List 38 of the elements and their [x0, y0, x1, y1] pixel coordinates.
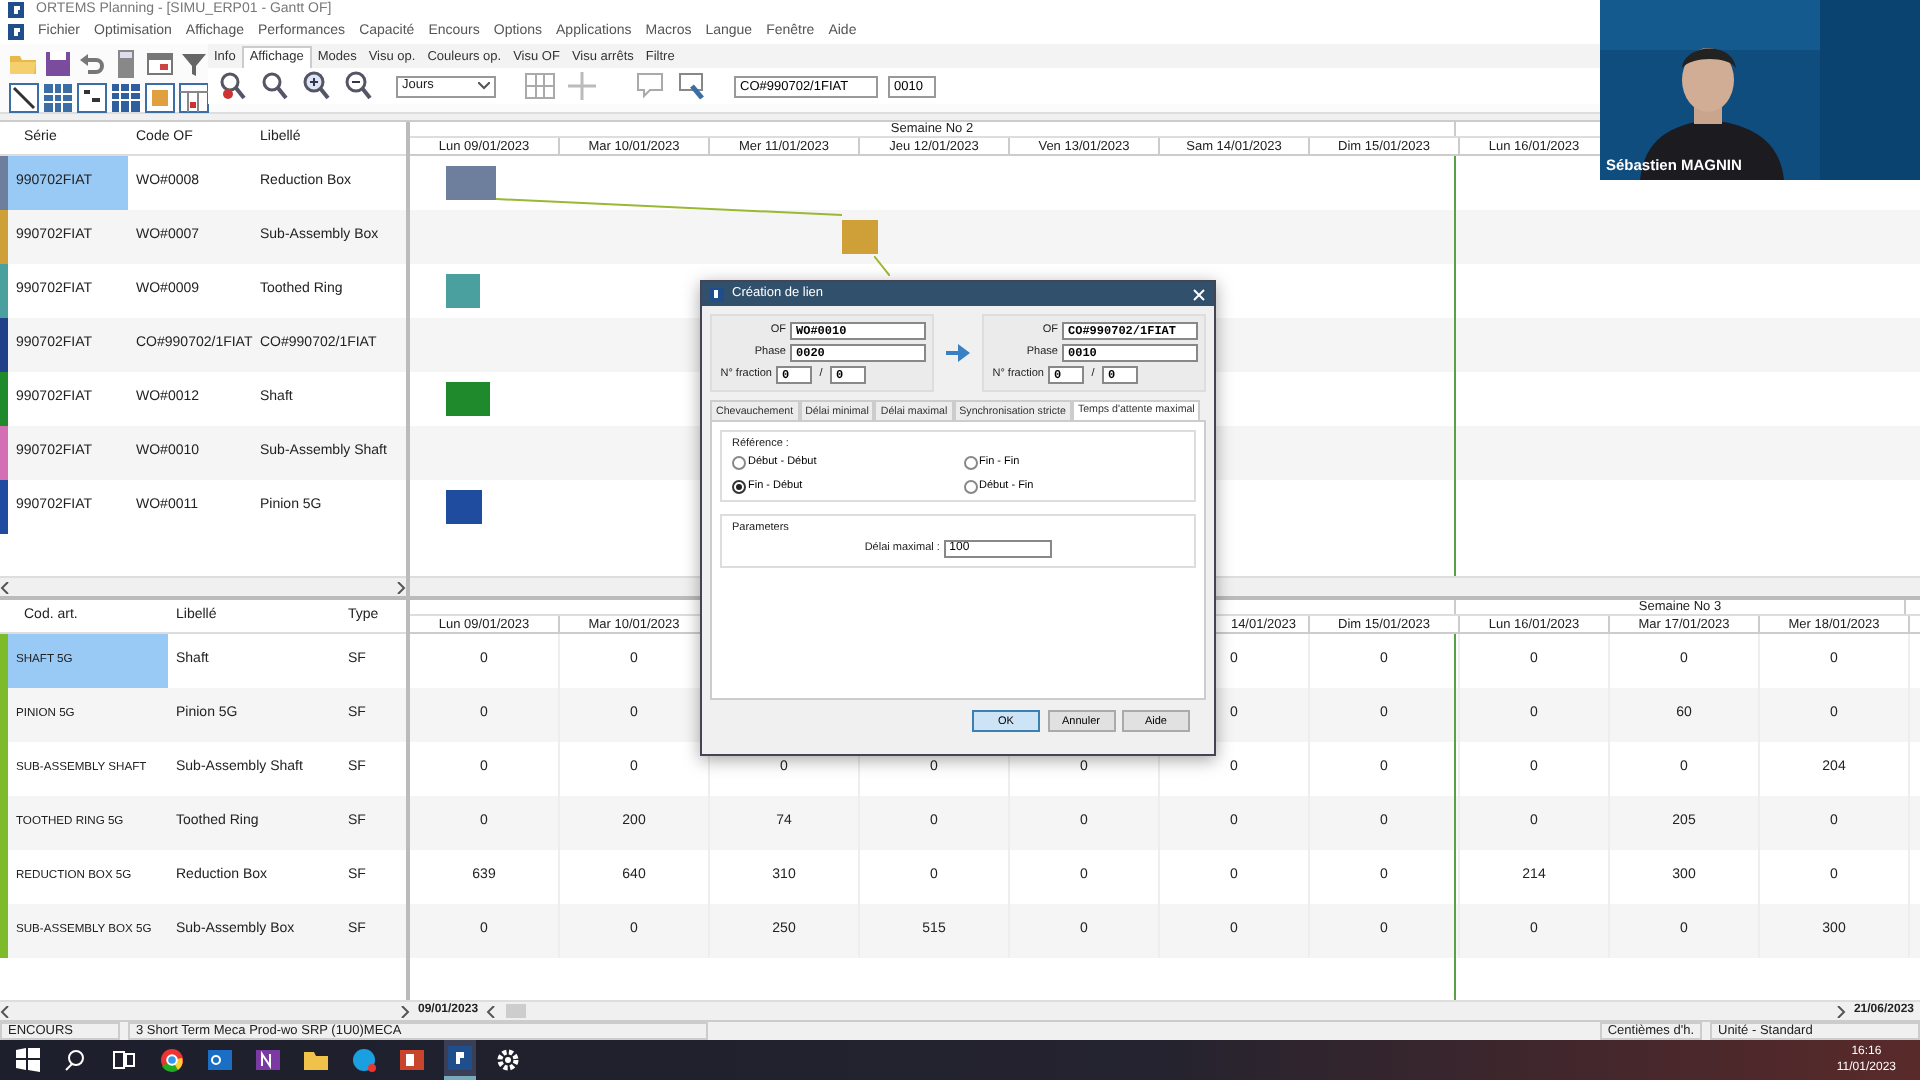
- task-view-icon[interactable]: [112, 1048, 136, 1072]
- filter-icon[interactable]: [178, 48, 210, 80]
- box-icon[interactable]: [144, 82, 176, 114]
- app-icon[interactable]: [8, 24, 24, 40]
- zoom-fit-icon[interactable]: [216, 70, 248, 102]
- app-icon[interactable]: [448, 1046, 472, 1070]
- scroll-left-icon[interactable]: [0, 581, 12, 593]
- calendar-icon[interactable]: [178, 82, 210, 114]
- windows-icon[interactable]: [16, 1048, 40, 1072]
- scrollbar-thumb[interactable]: [506, 1004, 527, 1018]
- scroll-left-icon[interactable]: [0, 1005, 12, 1017]
- settings-icon[interactable]: [496, 1048, 520, 1072]
- mail-icon[interactable]: [208, 1048, 232, 1072]
- scroll-right-icon[interactable]: [1833, 1005, 1846, 1017]
- link-line: [874, 256, 890, 276]
- app-icon: [710, 287, 724, 301]
- slides-icon[interactable]: [400, 1048, 424, 1072]
- close-icon[interactable]: [1192, 287, 1206, 301]
- zoom-area-icon[interactable]: [258, 70, 290, 102]
- save-icon[interactable]: [42, 48, 74, 80]
- search-icon[interactable]: [64, 1048, 88, 1072]
- arrow-right-icon: [946, 344, 970, 362]
- zoom-out-icon[interactable]: [342, 70, 374, 102]
- browser-icon[interactable]: [160, 1048, 184, 1072]
- grid-icon[interactable]: [42, 82, 74, 114]
- table-icon[interactable]: [110, 82, 142, 114]
- window-icon[interactable]: [144, 48, 176, 80]
- chat-icon[interactable]: [352, 1048, 376, 1072]
- line-icon[interactable]: [8, 82, 40, 114]
- scroll-right-icon[interactable]: [394, 581, 406, 593]
- scroll-left-icon[interactable]: [486, 1005, 499, 1017]
- chart-icon[interactable]: [76, 82, 108, 114]
- caret-icon: [478, 82, 490, 90]
- folder-icon[interactable]: [304, 1048, 328, 1072]
- zoom-in-icon[interactable]: [300, 70, 332, 102]
- scroll-right-icon[interactable]: [398, 1005, 410, 1017]
- notebook-icon[interactable]: [256, 1048, 280, 1072]
- undo-icon[interactable]: [76, 48, 108, 80]
